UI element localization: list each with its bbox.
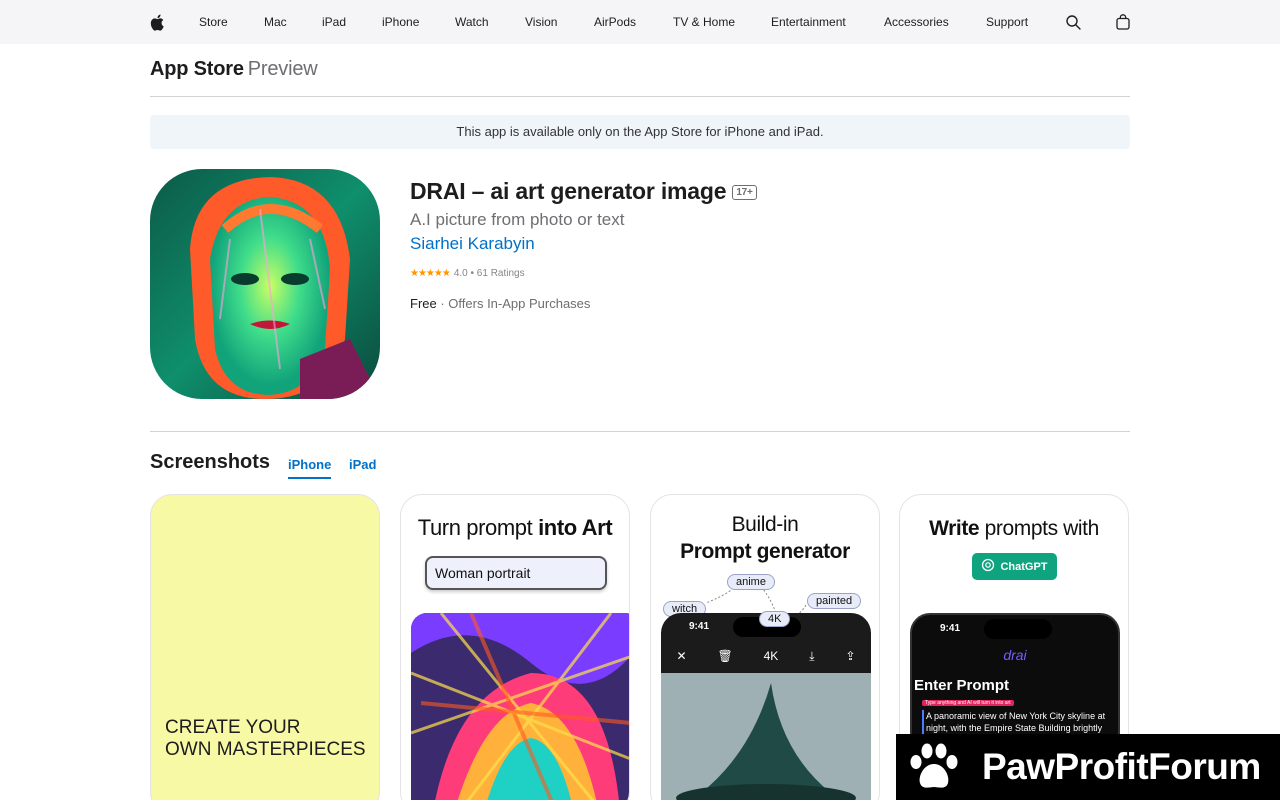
rating-text: 4.0 • 61 Ratings <box>453 268 525 279</box>
heading-part-a: Write <box>929 517 980 540</box>
search-icon[interactable] <box>1063 12 1083 32</box>
screenshot-3[interactable]: Build-in Prompt generator anime witch pa… <box>650 494 880 800</box>
screenshot-1[interactable]: CREATE YOUR OWN MASTERPIECES <box>150 494 380 800</box>
global-nav: Store Mac iPad iPhone Watch Vision AirPo… <box>0 0 1280 44</box>
prompt-text: A panoramic view of New York City skylin… <box>922 710 1112 734</box>
screenshot-2[interactable]: Turn prompt into Art Woman portrait <box>400 494 630 800</box>
chip-painted: painted <box>807 593 862 609</box>
star-rating-icon: ★★★★★ <box>410 268 451 279</box>
tab-iphone[interactable]: iPhone <box>288 457 332 479</box>
app-subtitle: A.I picture from photo or text <box>410 210 625 229</box>
local-nav: App Store Preview <box>150 44 1130 97</box>
chatgpt-label: ChatGPT <box>1000 560 1048 573</box>
nav-mac[interactable]: Mac <box>264 0 287 44</box>
nav-tv-home[interactable]: TV & Home <box>673 0 735 44</box>
trash-icon: 🗑 <box>717 649 733 663</box>
share-icon: ⇪ <box>845 649 856 663</box>
quality-label: 4K <box>763 649 779 663</box>
nav-vision[interactable]: Vision <box>525 0 557 44</box>
phone-mockup: 9:41 ✕ 🗑 4K ⤓ ⇪ <box>661 613 871 800</box>
nav-ipad[interactable]: iPad <box>322 0 346 44</box>
in-app-purchases: Offers In-App Purchases <box>448 296 591 311</box>
caption-line-2: OWN MASTERPIECES <box>165 739 366 760</box>
localnav-subtitle: Preview <box>247 58 318 80</box>
phone-toolbar: ✕ 🗑 4K ⤓ ⇪ <box>661 639 871 673</box>
nav-support[interactable]: Support <box>986 0 1028 44</box>
openai-icon <box>981 558 995 575</box>
localnav-title: App Store <box>150 58 244 80</box>
apple-logo-icon[interactable] <box>147 12 167 32</box>
nav-accessories[interactable]: Accessories <box>884 0 949 44</box>
screenshots-heading: Screenshots <box>150 451 271 473</box>
price: Free <box>410 296 437 311</box>
heading-part-b: prompts with <box>979 517 1100 540</box>
phone-notch <box>984 619 1052 639</box>
screenshot-4-heading: Write prompts with <box>900 517 1128 541</box>
chip-4k: 4K <box>759 611 791 627</box>
phone-time: 9:41 <box>689 621 710 632</box>
download-icon: ⤓ <box>809 648 815 663</box>
chip-anime: anime <box>727 574 775 590</box>
price-info: Free · Offers In-App Purchases <box>410 296 591 311</box>
enter-prompt-title: Enter Prompt <box>914 677 1010 694</box>
nav-store[interactable]: Store <box>199 0 228 44</box>
app-store-preview-title[interactable]: App Store Preview <box>150 58 318 81</box>
screenshot-2-heading: Turn prompt into Art <box>401 515 629 541</box>
nav-entertainment[interactable]: Entertainment <box>771 0 846 44</box>
chatgpt-badge: ChatGPT <box>972 553 1057 580</box>
developer-link[interactable]: Siarhei Karabyin <box>410 234 535 254</box>
nav-watch[interactable]: Watch <box>455 0 489 44</box>
drai-brand: drai <box>1003 647 1027 663</box>
app-icon <box>150 169 380 399</box>
prompt-input-mock: Woman portrait <box>425 556 607 590</box>
heading-part-a: Turn prompt <box>417 515 539 540</box>
watermark-banner: PawProfitForum <box>896 734 1280 800</box>
nav-iphone[interactable]: iPhone <box>382 0 419 44</box>
app-title: DRAI – ai art generator image 17+ <box>410 178 757 205</box>
caption-line-1: CREATE YOUR <box>165 717 301 738</box>
availability-banner: This app is available only on the App St… <box>150 115 1130 149</box>
app-name: DRAI – ai art generator image <box>410 178 727 204</box>
heading-part-b: into Art <box>538 515 613 540</box>
section-divider <box>150 431 1130 432</box>
tab-ipad[interactable]: iPad <box>349 457 376 477</box>
phone-time: 9:41 <box>940 623 961 634</box>
watermark-text: PawProfitForum <box>982 746 1261 787</box>
close-icon: ✕ <box>676 649 687 663</box>
age-rating-badge: 17+ <box>732 185 757 200</box>
generated-art-image <box>411 613 629 800</box>
screenshot-1-caption: CREATE YOUR OWN MASTERPIECES <box>165 717 366 761</box>
shopping-bag-icon[interactable] <box>1113 12 1133 32</box>
rating-summary: ★★★★★ 4.0 • 61 Ratings <box>410 268 525 279</box>
nav-airpods[interactable]: AirPods <box>594 0 636 44</box>
paw-icon <box>906 740 960 799</box>
prompt-hint-tag: Type anything and AI will turn it into a… <box>922 700 1014 706</box>
witch-image <box>661 673 871 800</box>
